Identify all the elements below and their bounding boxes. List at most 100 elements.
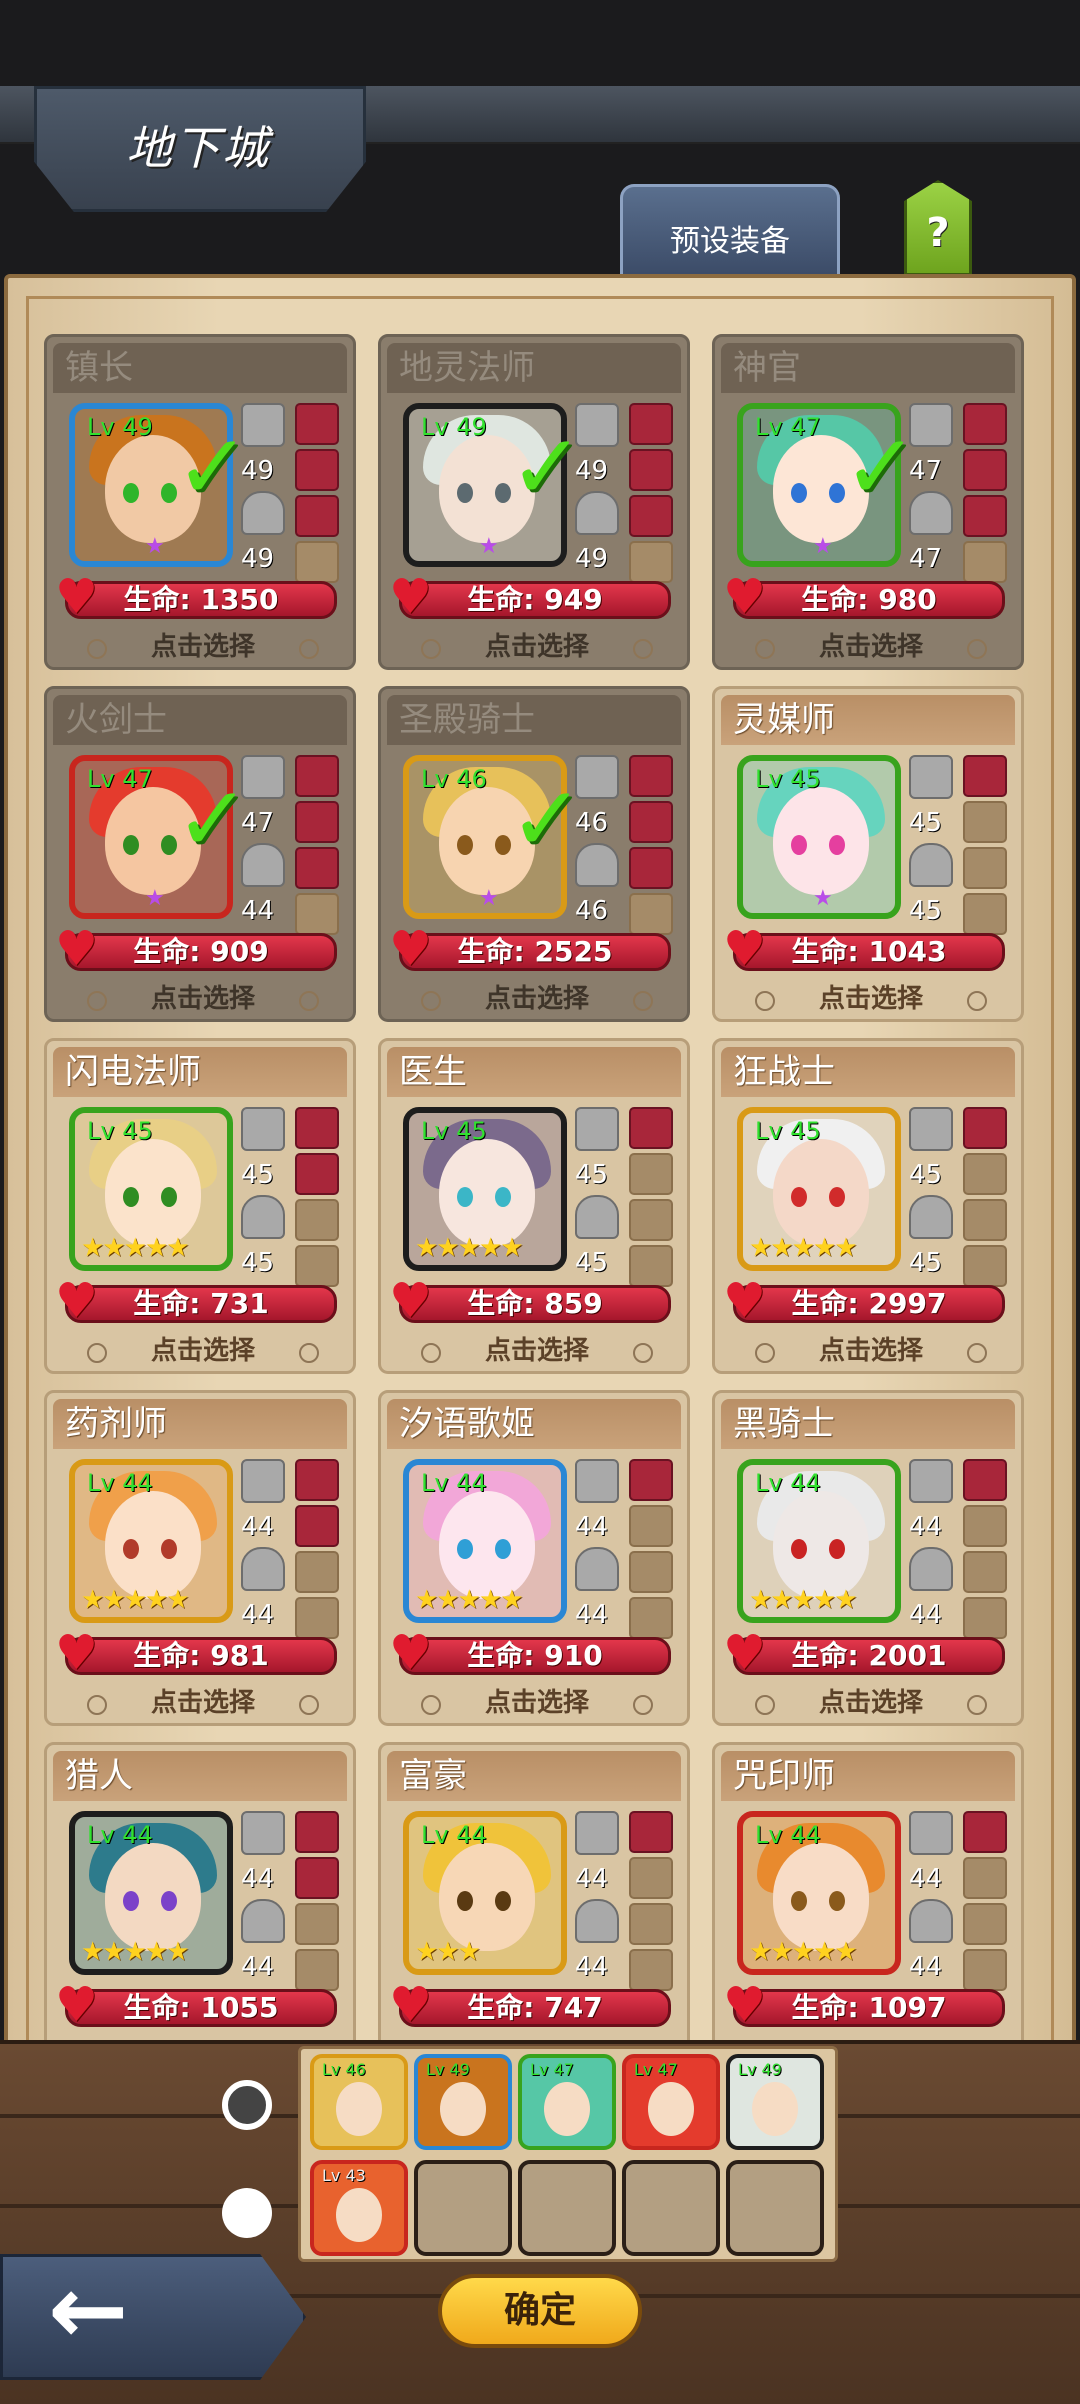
hero-eye bbox=[829, 1539, 845, 1559]
hero-name: 猎人 bbox=[53, 1751, 347, 1801]
item-slot bbox=[295, 1153, 339, 1195]
select-button[interactable]: 点击选择 bbox=[421, 981, 653, 1017]
select-button[interactable]: 点击选择 bbox=[421, 1685, 653, 1721]
team-empty-slot[interactable] bbox=[518, 2160, 616, 2256]
hero-card[interactable]: 灵媒师 Lv 45 ★ 45 45 生命: 1043 ♥ 点击选择 bbox=[712, 686, 1024, 1022]
team-empty-slot[interactable] bbox=[414, 2160, 512, 2256]
item-slot bbox=[295, 801, 339, 843]
hero-level: Lv 44 bbox=[755, 1469, 821, 1497]
team-empty-slot[interactable] bbox=[726, 2160, 824, 2256]
team-row-1-radio[interactable] bbox=[222, 2080, 272, 2130]
select-dot-icon bbox=[633, 1695, 653, 1715]
item-slot bbox=[629, 541, 673, 583]
select-dot-icon bbox=[633, 1343, 653, 1363]
armor-level: 49 bbox=[575, 544, 609, 574]
team-hero-slot[interactable]: Lv 49 bbox=[414, 2054, 512, 2150]
select-button[interactable]: 点击选择 bbox=[87, 629, 319, 665]
item-slot bbox=[295, 1857, 339, 1899]
select-button[interactable]: 点击选择 bbox=[755, 629, 987, 665]
item-slot bbox=[295, 1811, 339, 1853]
hero-card[interactable]: 黑骑士 Lv 44 ★★★★★ 44 44 生命: 2001 ♥ 点击选择 bbox=[712, 1390, 1024, 1726]
weapon-icon bbox=[909, 1459, 953, 1503]
hero-portrait: Lv 44 ★★★★★ bbox=[403, 1459, 567, 1623]
hero-card[interactable]: 医生 Lv 45 ★★★★★ 45 45 生命: 859 ♥ 点击选择 bbox=[378, 1038, 690, 1374]
hero-card[interactable]: 地灵法师 Lv 49 ★ ✓ 49 49 生命: 949 ♥ 点击选择 bbox=[378, 334, 690, 670]
gear-column: 45 45 bbox=[909, 755, 955, 931]
confirm-button[interactable]: 确定 bbox=[438, 2274, 642, 2348]
select-button[interactable]: 点击选择 bbox=[421, 1333, 653, 1369]
team-hero-slot[interactable]: Lv 49 bbox=[726, 2054, 824, 2150]
hero-card[interactable]: 狂战士 Lv 45 ★★★★★ 45 45 生命: 2997 ♥ 点击选择 bbox=[712, 1038, 1024, 1374]
help-button[interactable]: ? bbox=[904, 180, 972, 276]
select-button[interactable]: 点击选择 bbox=[87, 981, 319, 1017]
select-button[interactable]: 点击选择 bbox=[755, 981, 987, 1017]
hero-card[interactable]: 药剂师 Lv 44 ★★★★★ 44 44 生命: 981 ♥ 点击选择 bbox=[44, 1390, 356, 1726]
item-slot bbox=[629, 1903, 673, 1945]
team-hero-slot[interactable]: Lv 46 bbox=[310, 2054, 408, 2150]
hero-eye bbox=[791, 1187, 807, 1207]
team-row-2-radio[interactable] bbox=[222, 2188, 272, 2238]
select-button[interactable]: 点击选择 bbox=[87, 1333, 319, 1369]
hero-card[interactable]: 猎人 Lv 44 ★★★★★ 44 44 生命: 1055 ♥ 点击选择 bbox=[44, 1742, 356, 2078]
item-slots bbox=[963, 1107, 1007, 1291]
hero-face bbox=[439, 1843, 535, 1951]
weapon-level: 45 bbox=[575, 1160, 609, 1190]
helmet-icon bbox=[241, 843, 285, 887]
item-slot bbox=[963, 1199, 1007, 1241]
team-hero-slot[interactable]: Lv 47 bbox=[622, 2054, 720, 2150]
selected-check-icon: ✓ bbox=[509, 415, 585, 520]
armor-level: 45 bbox=[909, 1248, 943, 1278]
item-slot bbox=[629, 1199, 673, 1241]
select-label: 点击选择 bbox=[818, 1336, 923, 1366]
weapon-level: 44 bbox=[909, 1864, 943, 1894]
item-slot bbox=[295, 403, 339, 445]
select-dot-icon bbox=[967, 639, 987, 659]
helmet-icon bbox=[575, 843, 619, 887]
select-button[interactable]: 点击选择 bbox=[421, 629, 653, 665]
helmet-icon bbox=[241, 1547, 285, 1591]
select-button[interactable]: 点击选择 bbox=[755, 1685, 987, 1721]
purple-star-icon: ★ bbox=[145, 534, 165, 559]
hero-card[interactable]: 闪电法师 Lv 45 ★★★★★ 45 45 生命: 731 ♥ 点击选择 bbox=[44, 1038, 356, 1374]
select-dot-icon bbox=[87, 639, 107, 659]
preset-equipment-tab[interactable]: 预设装备 bbox=[620, 184, 840, 274]
hero-face bbox=[105, 1491, 201, 1599]
select-dot-icon bbox=[299, 1343, 319, 1363]
hero-eye bbox=[791, 483, 807, 503]
hero-eye bbox=[457, 483, 473, 503]
gear-column: 49 49 bbox=[575, 403, 621, 579]
item-slot bbox=[629, 1811, 673, 1853]
item-slot bbox=[963, 495, 1007, 537]
heart-icon: ♥ bbox=[55, 1977, 99, 2033]
armor-level: 44 bbox=[909, 1952, 943, 1982]
team-hero-slot[interactable]: Lv 43 bbox=[310, 2160, 408, 2256]
item-slot bbox=[963, 1551, 1007, 1593]
item-slot bbox=[629, 1107, 673, 1149]
hero-card[interactable]: 神官 Lv 47 ★ ✓ 47 47 生命: 980 ♥ 点击选择 bbox=[712, 334, 1024, 670]
hero-face bbox=[773, 787, 869, 895]
hero-card[interactable]: 镇长 Lv 49 ★ ✓ 49 49 生命: 1350 ♥ 点击选择 bbox=[44, 334, 356, 670]
team-empty-slot[interactable] bbox=[622, 2160, 720, 2256]
hero-eye bbox=[457, 1539, 473, 1559]
gear-column: 44 44 bbox=[575, 1459, 621, 1635]
hero-name: 富豪 bbox=[387, 1751, 681, 1801]
back-button[interactable] bbox=[0, 2254, 306, 2380]
item-slot bbox=[963, 1505, 1007, 1547]
select-button[interactable]: 点击选择 bbox=[755, 1333, 987, 1369]
hero-eye bbox=[791, 1539, 807, 1559]
select-button[interactable]: 点击选择 bbox=[87, 1685, 319, 1721]
hero-card[interactable]: 火剑士 Lv 47 ★ ✓ 47 44 生命: 909 ♥ 点击选择 bbox=[44, 686, 356, 1022]
hero-card[interactable]: 汐语歌姬 Lv 44 ★★★★★ 44 44 生命: 910 ♥ 点击选择 bbox=[378, 1390, 690, 1726]
heart-icon: ♥ bbox=[723, 1977, 767, 2033]
armor-level: 45 bbox=[909, 896, 943, 926]
team-hero-slot[interactable]: Lv 47 bbox=[518, 2054, 616, 2150]
helmet-icon bbox=[241, 491, 285, 535]
team-hero-level: Lv 47 bbox=[634, 2060, 678, 2079]
hero-portrait: Lv 44 ★★★★★ bbox=[737, 1811, 901, 1975]
team-hero-face bbox=[544, 2082, 590, 2136]
hero-card[interactable]: 咒印师 Lv 44 ★★★★★ 44 44 生命: 1097 ♥ 点击选择 bbox=[712, 1742, 1024, 2078]
item-slot bbox=[963, 541, 1007, 583]
hero-card[interactable]: 圣殿骑士 Lv 46 ★ ✓ 46 46 生命: 2525 ♥ 点击选择 bbox=[378, 686, 690, 1022]
hero-card[interactable]: 富豪 Lv 44 ★★★ 44 44 生命: 747 ♥ 点击选择 bbox=[378, 1742, 690, 2078]
heart-icon: ♥ bbox=[723, 1273, 767, 1329]
